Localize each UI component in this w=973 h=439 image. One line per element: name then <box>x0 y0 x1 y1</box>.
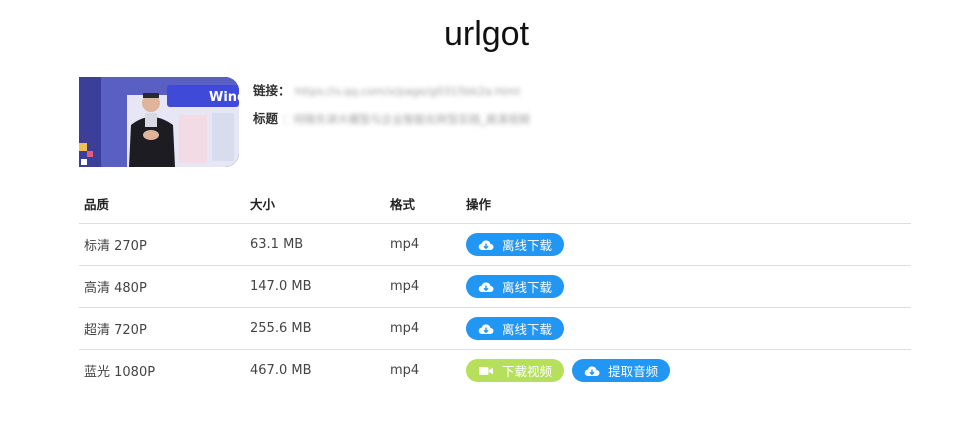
table-header-row: 品质 大小 格式 操作 <box>79 183 911 224</box>
row-format: mp4 <box>390 363 420 378</box>
row-quality: 高清 480P <box>79 265 245 308</box>
row-format: mp4 <box>385 223 461 266</box>
row-format: mp4 <box>385 265 461 308</box>
video-camera-icon <box>479 366 493 375</box>
table-row: 蓝光 1080P 467.0 MB mp4 下载视频 提取音频 <box>79 350 911 392</box>
cloud-download-icon <box>478 281 494 292</box>
header-size: 大小 <box>245 183 385 224</box>
offline-download-button[interactable]: 离线下载 <box>466 275 565 298</box>
row-size: 467.0 MB <box>250 363 312 378</box>
title-value: ：何晓东讲大模型与企业智能化转型实践_高清视频 <box>282 112 530 126</box>
row-format: mp4 <box>385 307 461 350</box>
header-format: 格式 <box>385 183 461 224</box>
row-actions: 下载视频 提取音频 <box>461 350 911 392</box>
header-quality: 品质 <box>79 183 245 224</box>
video-thumbnail[interactable]: Wind <box>79 77 239 167</box>
row-quality: 标清 270P <box>79 223 245 266</box>
link-value[interactable]: https://v.qq.com/x/page/g0315bk2a.html <box>295 84 520 100</box>
extract-audio-label: 提取音频 <box>608 364 659 379</box>
app-title: urlgot <box>443 15 530 53</box>
row-actions: 离线下载 <box>461 265 911 308</box>
table-row: 超清 720P 255.6 MB mp4 离线下载 <box>79 307 911 350</box>
cloud-download-icon <box>584 365 600 376</box>
row-quality: 超清 720P <box>79 307 245 350</box>
formats-table: 品质 大小 格式 操作 标清 270P 63.1 MB mp4 离线下载 高清 … <box>79 183 911 391</box>
cloud-download-icon <box>478 239 494 250</box>
download-video-label: 下载视频 <box>502 364 553 379</box>
row-actions: 离线下载 <box>461 307 911 350</box>
offline-download-label: 离线下载 <box>502 238 553 253</box>
extract-audio-button[interactable]: 提取音频 <box>572 359 671 382</box>
table-row: 高清 480P 147.0 MB mp4 离线下载 <box>79 265 911 308</box>
thumbnail-image: Wind <box>79 77 239 167</box>
title-row: 标题 ：何晓东讲大模型与企业智能化转型实践_高清视频 <box>253 111 530 139</box>
header-action: 操作 <box>461 183 911 224</box>
offline-download-button[interactable]: 离线下载 <box>466 317 565 340</box>
row-size: 255.6 MB <box>245 307 385 350</box>
row-quality: 蓝光 1080P <box>84 365 156 380</box>
video-meta: 链接： https://v.qq.com/x/page/g0315bk2a.ht… <box>253 83 530 139</box>
row-size: 63.1 MB <box>245 223 385 266</box>
link-row: 链接： https://v.qq.com/x/page/g0315bk2a.ht… <box>253 83 530 111</box>
link-label: 链接： <box>253 83 291 98</box>
offline-download-label: 离线下载 <box>502 322 553 337</box>
cloud-download-icon <box>478 323 494 334</box>
offline-download-button[interactable]: 离线下载 <box>466 233 565 256</box>
row-actions: 离线下载 <box>461 223 911 266</box>
row-size: 147.0 MB <box>245 265 385 308</box>
video-info: Wind 链接： https://v.qq.com/x/page/g0315bk… <box>79 77 919 167</box>
svg-text:Wind: Wind <box>209 90 239 105</box>
title-label: 标题 <box>253 111 279 126</box>
download-video-button[interactable]: 下载视频 <box>466 359 565 382</box>
table-row: 标清 270P 63.1 MB mp4 离线下载 <box>79 223 911 266</box>
offline-download-label: 离线下载 <box>502 280 553 295</box>
